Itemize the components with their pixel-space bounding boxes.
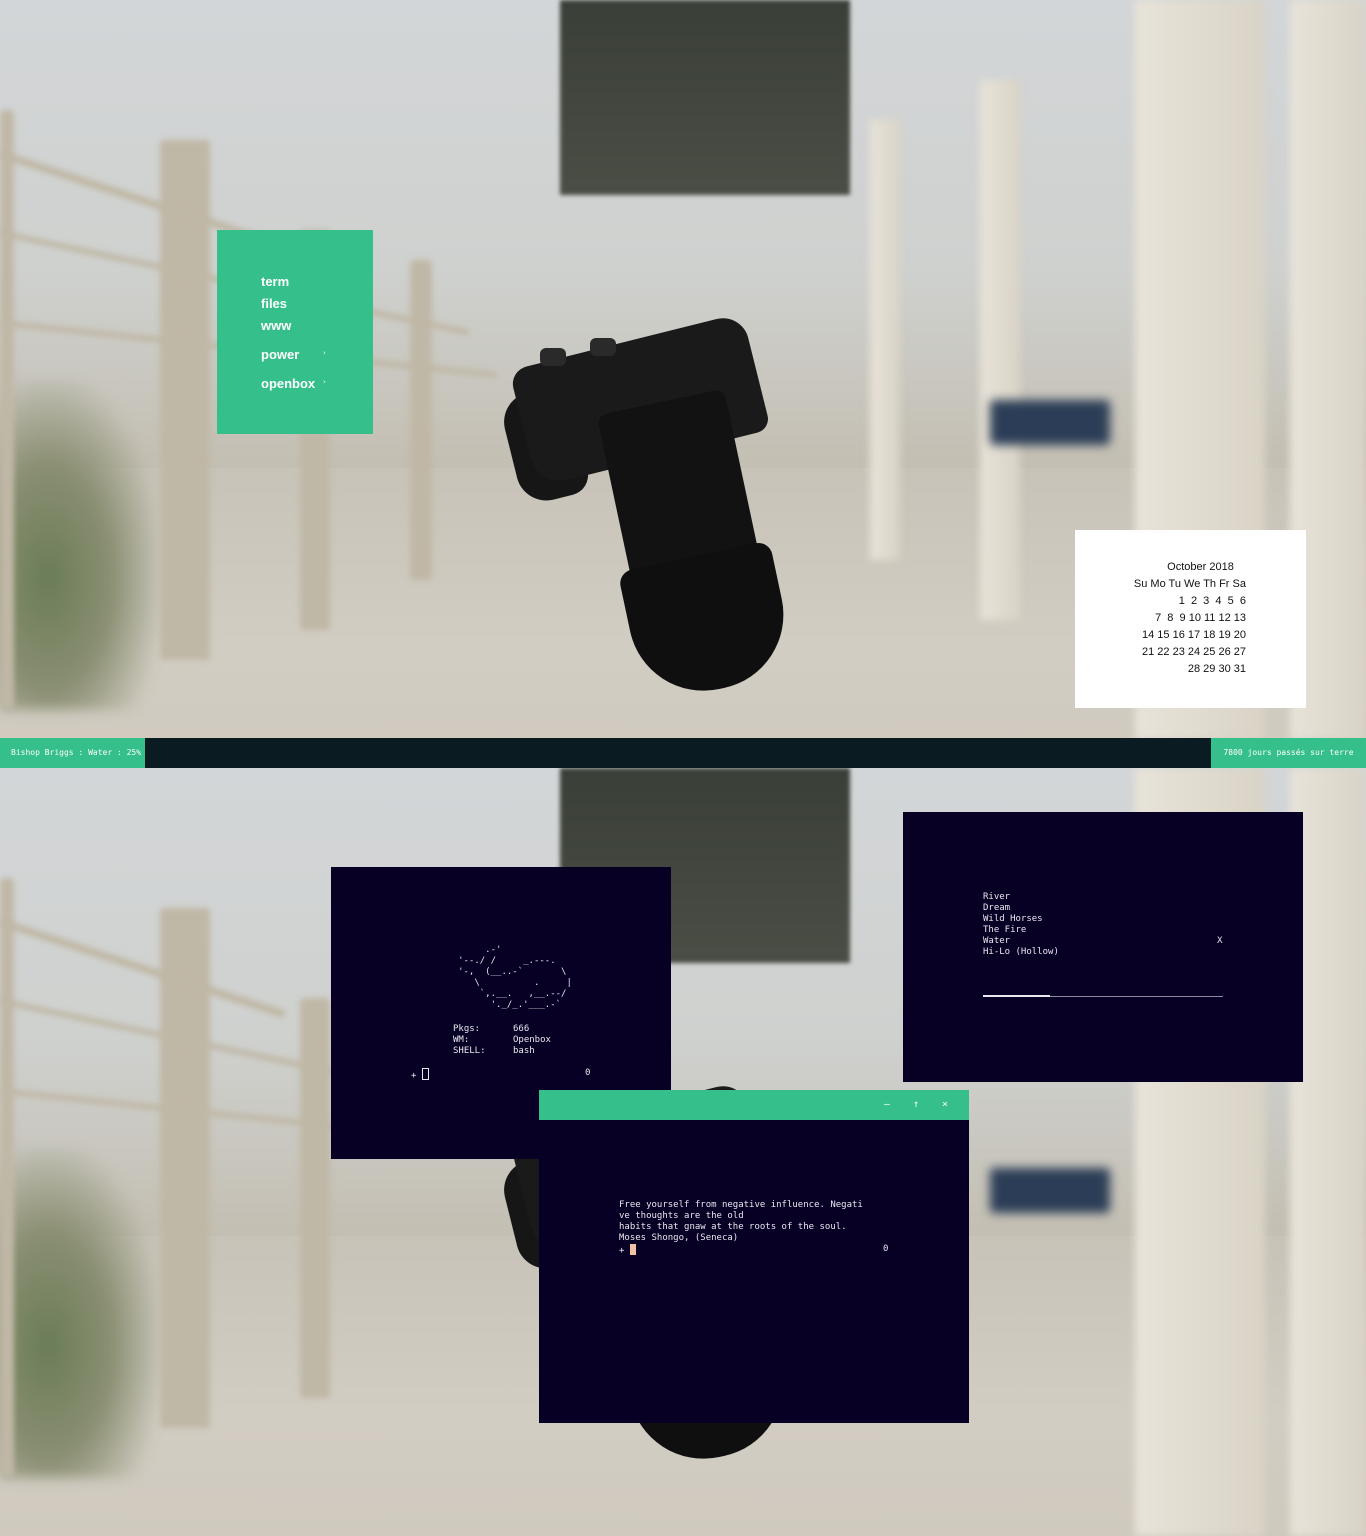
wallpaper-ceiling [560,0,850,195]
fetch-value-wm: Openbox [513,1035,551,1045]
calendar-week-row: 21 22 23 24 25 26 27 [1142,646,1246,658]
playlist-track[interactable]: Dream [983,903,1010,914]
exit-status: 0 [883,1244,889,1254]
calendar-month-title: October 2018 [1167,561,1234,573]
prompt-symbol: + [619,1246,625,1256]
top-panel: Bishop Briggs : Water : 25% 7800 jours p… [0,738,1366,768]
shell-prompt[interactable]: + [619,1244,636,1257]
whale-ascii-art: .-' '--./ / _.---. '-, (__..-` \ \ . | `… [458,945,572,1010]
minimize-button[interactable]: – [879,1090,895,1120]
playlist-track[interactable]: Wild Horses [983,914,1043,925]
quote-line: Free yourself from negative influence. N… [619,1200,863,1210]
quote-terminal-window[interactable]: – ↑ × Free yourself from negative influe… [539,1090,969,1423]
calendar-week-row: 28 29 30 31 [1187,663,1246,675]
quote-line: habits that gnaw at the roots of the sou… [619,1222,847,1232]
playlist-track[interactable]: The Fire [983,925,1026,936]
calendar-widget: October 2018 Su Mo Tu We Th Fr Sa 1 2 3 … [1075,530,1306,708]
calendar-week-row: 1 2 3 4 5 6 [1178,595,1246,607]
menu-item-www[interactable]: www [261,318,291,333]
menu-item-term[interactable]: term [261,274,289,289]
fetch-key-shell: SHELL: [453,1046,486,1056]
submenu-arrow-icon: › [323,378,326,386]
shell-prompt[interactable]: + [411,1068,429,1082]
fetch-key-pkgs: Pkgs: [453,1024,481,1034]
close-button[interactable]: × [937,1090,953,1120]
maximize-button[interactable]: ↑ [908,1090,924,1120]
now-playing-status[interactable]: Bishop Briggs : Water : 25% [0,738,145,768]
text-cursor [629,1244,636,1255]
menu-item-power[interactable]: power [261,347,299,362]
quote-line: ve thoughts are the old [619,1211,744,1221]
wallpaper-blue-object [990,1168,1110,1213]
fetch-value-pkgs: 666 [513,1024,530,1034]
music-player-terminal[interactable]: River Dream Wild Horses The Fire Water X… [903,812,1303,1082]
fetch-value-shell: bash [513,1046,535,1056]
calendar-week-row: 14 15 16 17 18 19 20 [1142,629,1246,641]
wallpaper-pillar [870,120,900,560]
playlist-track[interactable]: River [983,892,1010,903]
calendar-weekday-header: Su Mo Tu We Th Fr Sa [1133,578,1246,590]
prompt-symbol: + [411,1071,417,1081]
calendar-week-row: 7 8 9 10 11 12 13 [1155,612,1246,624]
wallpaper-blue-object [990,400,1110,445]
wallpaper-pillar [980,80,1020,620]
fetch-key-wm: WM: [453,1035,470,1045]
days-on-earth-status: 7800 jours passés sur terre [1211,738,1366,768]
quote-author: Moses Shongo, (Seneca) [619,1233,739,1243]
window-titlebar[interactable]: – ↑ × [539,1090,969,1120]
openbox-root-menu: term files www power › openbox › [217,230,373,434]
playback-progress-bar[interactable] [983,995,1223,997]
text-cursor [421,1068,429,1080]
playlist-track[interactable]: Hi-Lo (Hollow) [983,947,1059,958]
menu-item-files[interactable]: files [261,296,287,311]
now-playing-marker: X [1217,936,1223,946]
exit-status: 0 [585,1068,591,1078]
playlist-track-current[interactable]: Water [983,936,1010,947]
menu-item-openbox[interactable]: openbox [261,376,315,391]
playback-progress-fill [983,995,1051,997]
submenu-arrow-icon: › [323,349,326,357]
